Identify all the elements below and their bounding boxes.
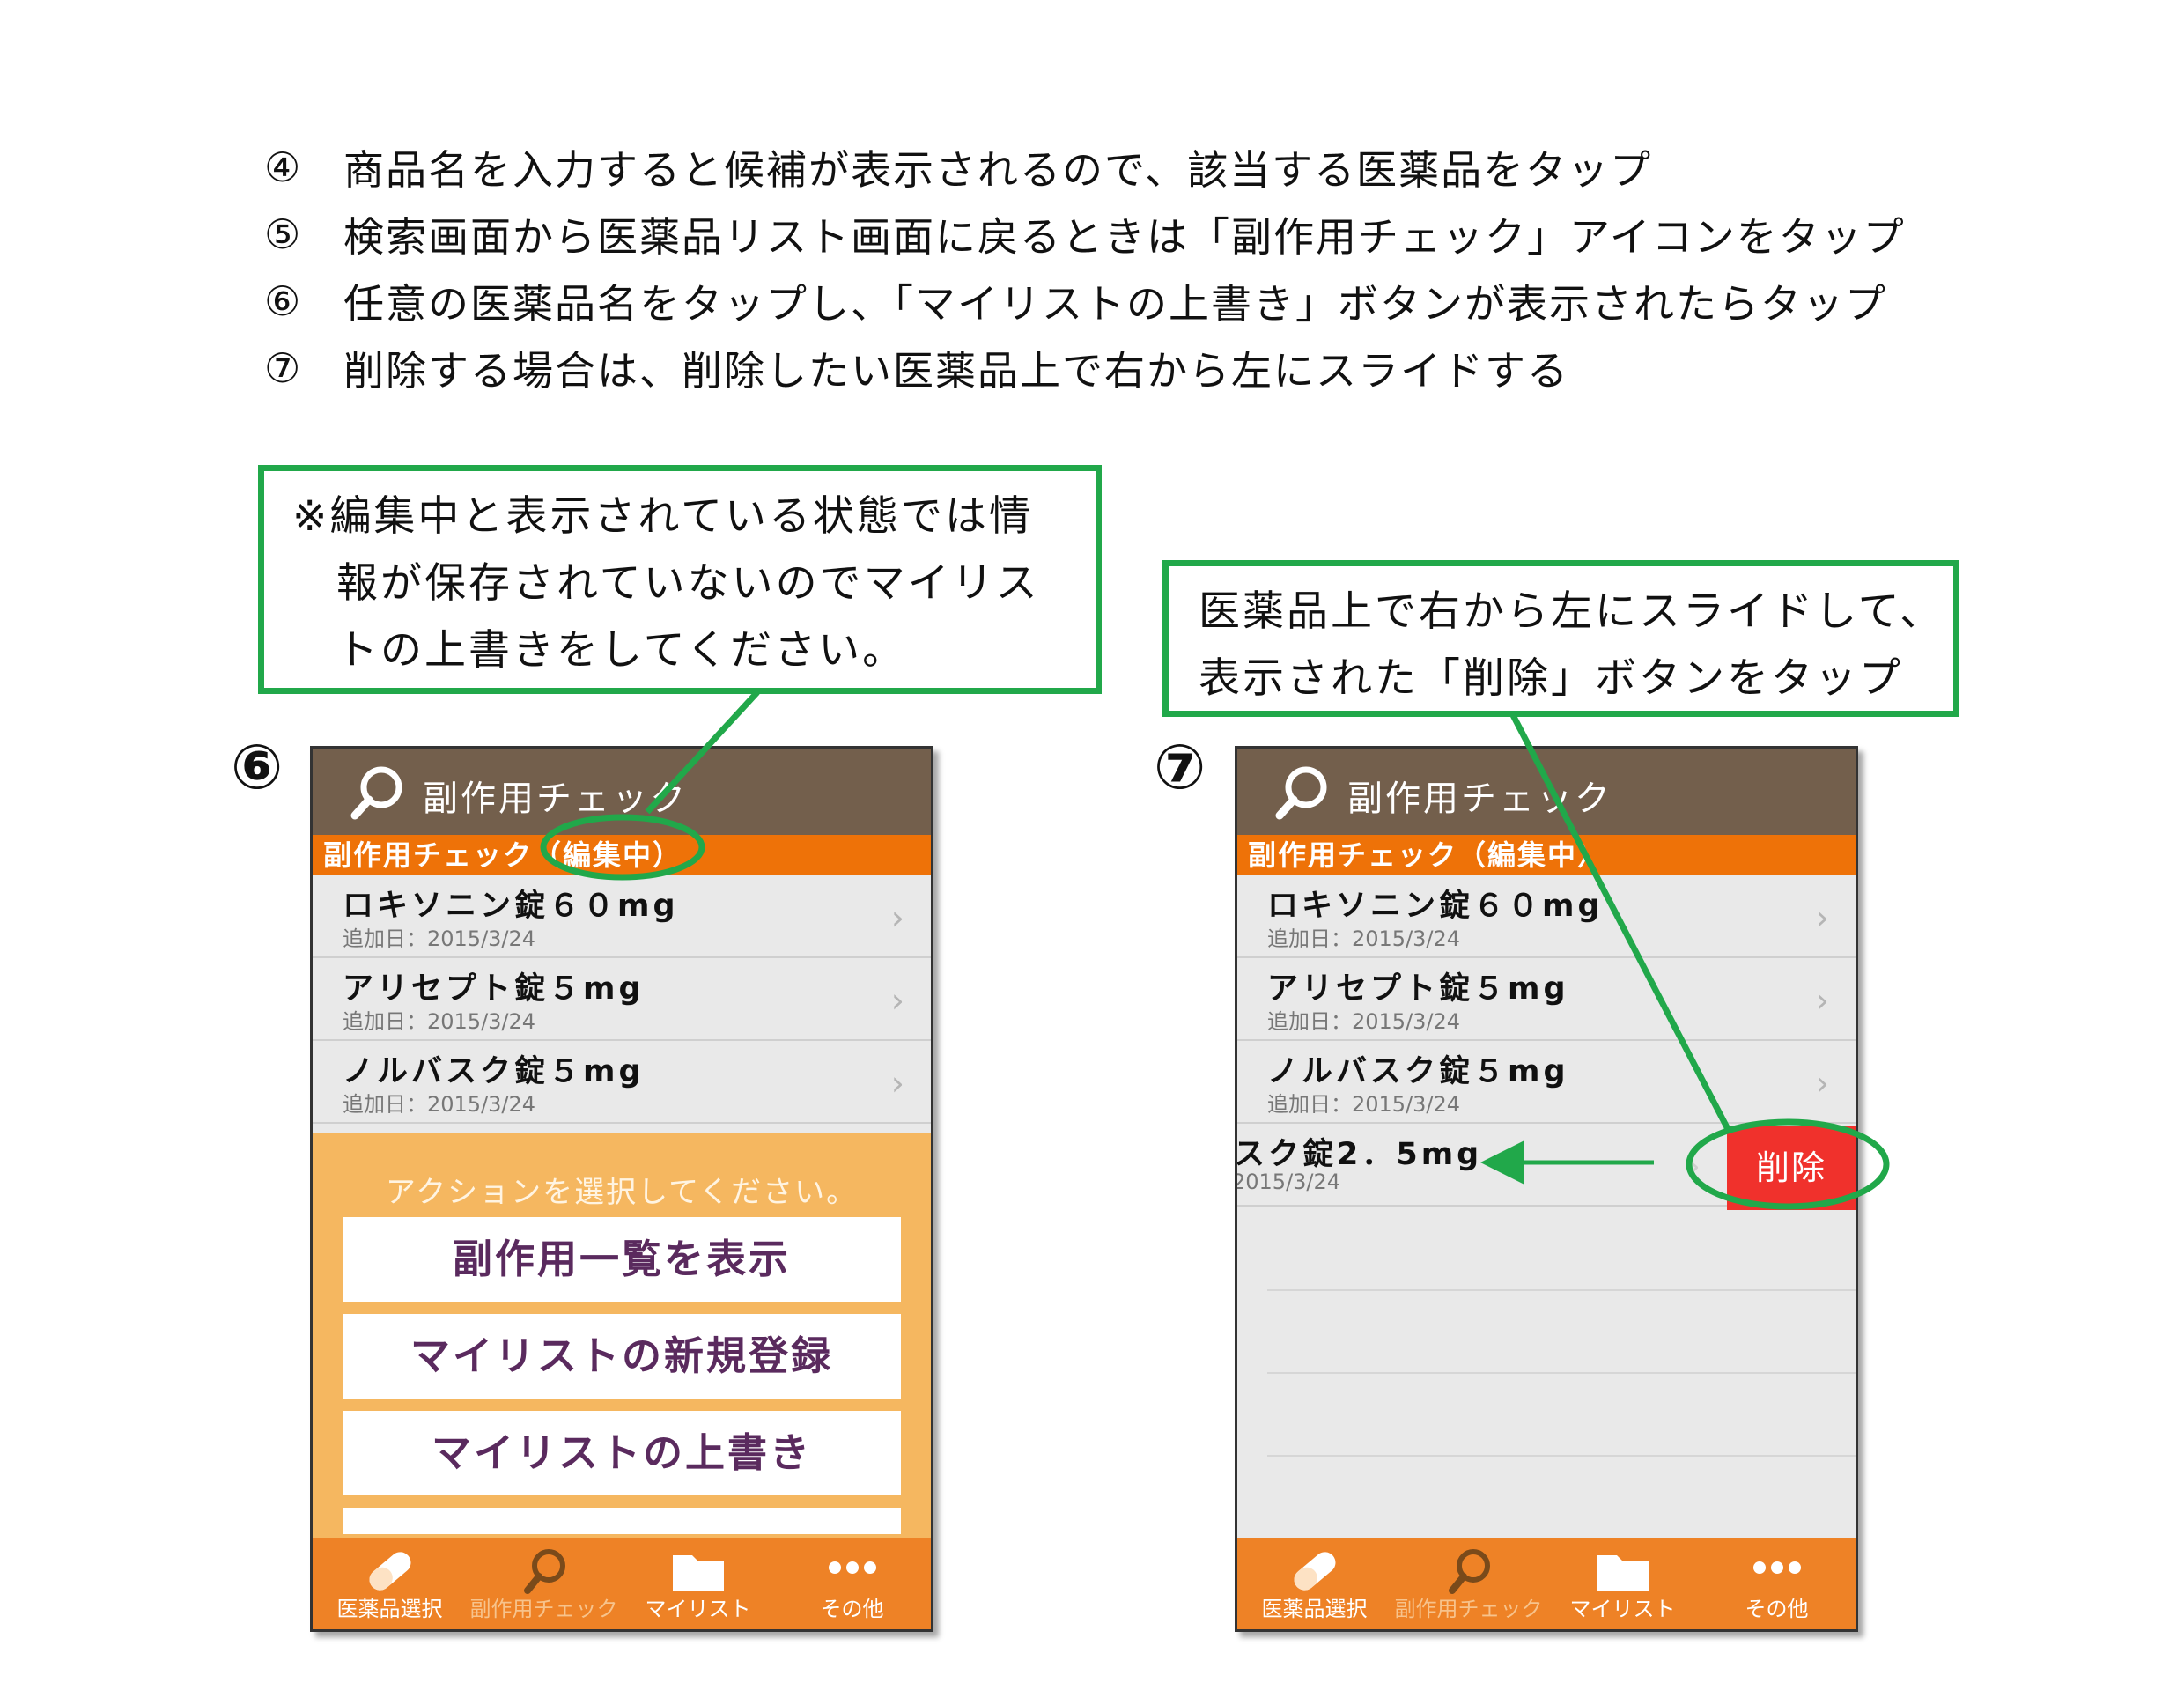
highlight-editing-ellipse <box>540 814 705 881</box>
annotation-overlay <box>540 690 1890 1210</box>
callout-line <box>1509 713 1731 1131</box>
highlight-delete-ellipse <box>1686 1118 1890 1210</box>
callout-line <box>645 690 760 815</box>
